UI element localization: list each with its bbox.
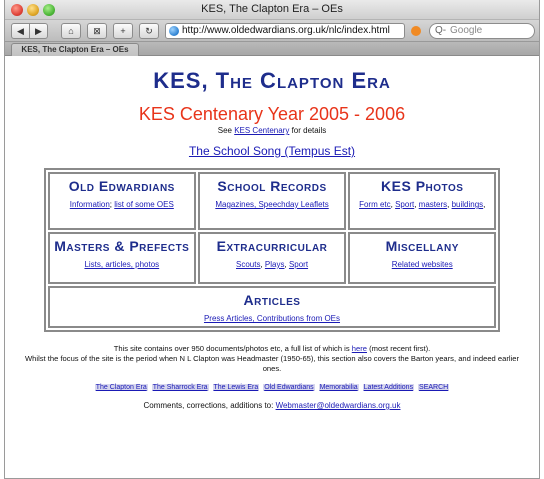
reload-button[interactable]: ↻ xyxy=(139,23,159,39)
nav-lewis-era[interactable]: The Lewis Era xyxy=(212,384,260,391)
nav-latest-additions[interactable]: Latest Additions xyxy=(362,384,415,391)
site-globe-icon xyxy=(169,26,179,36)
press-articles-link[interactable]: Press Articles, Contributions from OEs xyxy=(204,314,340,323)
contact-line: Comments, corrections, additions to: Web… xyxy=(5,401,539,410)
sport-photos-link[interactable]: Sport xyxy=(395,200,414,209)
home-icon: ⌂ xyxy=(68,26,74,36)
section-heading: Extracurricular xyxy=(216,238,328,254)
site-navigation: The Clapton Era The Sharrock Era The Lew… xyxy=(5,384,539,391)
browser-window: KES, The Clapton Era – OEs ◀ ▶ ⌂ ⊠ + ↻ h… xyxy=(4,0,540,479)
nav-search[interactable]: SEARCH xyxy=(418,384,450,391)
section-school-records: School Records Magazines, Speechday Leaf… xyxy=(197,172,347,230)
section-heading: Masters & Prefects xyxy=(54,238,190,254)
centenary-heading: KES Centenary Year 2005 - 2006 xyxy=(138,104,406,124)
rss-icon[interactable] xyxy=(411,26,421,36)
reload-icon: ↻ xyxy=(145,26,153,36)
section-articles: Articles Press Articles, Contributions f… xyxy=(48,286,496,328)
see-suffix: for details xyxy=(291,126,327,135)
section-heading: Articles xyxy=(243,292,301,308)
see-prefix: See xyxy=(217,126,232,135)
section-kes-photos: KES Photos Form etc, Sport, masters, bui… xyxy=(348,172,496,230)
school-song-row: The School Song (Tempus Est) xyxy=(5,144,539,158)
info-line2: Whilst the focus of the site is the peri… xyxy=(25,354,519,373)
section-heading: Miscellany xyxy=(385,238,459,254)
list-of-oes-link[interactable]: list of some OES xyxy=(114,200,174,209)
centenary-note: See KES Centenary for details xyxy=(5,126,539,135)
section-links: Magazines, Speechday Leaflets xyxy=(202,200,343,210)
sport-link[interactable]: Sport xyxy=(289,260,308,269)
nav-clapton-era[interactable]: The Clapton Era xyxy=(94,384,148,391)
info-line1-prefix: This site contains over 950 documents/ph… xyxy=(113,344,350,353)
school-song-link[interactable]: The School Song (Tempus Est) xyxy=(189,144,355,158)
page-content: KES, The Clapton Era KES Centenary Year … xyxy=(5,68,539,410)
back-button[interactable]: ◀ xyxy=(11,23,30,39)
magazines-link[interactable]: Magazines, Speechday Leaflets xyxy=(215,200,328,209)
nav-old-edwardians[interactable]: Old Edwardians xyxy=(263,384,315,391)
info-line1-suffix: (most recent first). xyxy=(369,344,431,353)
forward-arrow-icon: ▶ xyxy=(35,26,42,36)
site-info: This site contains over 950 documents/ph… xyxy=(15,344,529,374)
section-miscellany: Miscellany Related websites xyxy=(348,232,496,284)
add-bookmark-button[interactable]: + xyxy=(113,23,133,39)
tab-current[interactable]: KES, The Clapton Era – OEs xyxy=(11,43,139,56)
scouts-link[interactable]: Scouts xyxy=(236,260,260,269)
section-old-edwardians: Old Edwardians Information; list of some… xyxy=(48,172,196,230)
kes-centenary-link[interactable]: KES Centenary xyxy=(234,126,289,135)
related-websites-link[interactable]: Related websites xyxy=(392,260,453,269)
back-arrow-icon: ◀ xyxy=(17,26,24,36)
search-placeholder: Google xyxy=(450,25,483,36)
sections-grid: Old Edwardians Information; list of some… xyxy=(44,168,500,332)
section-heading: Old Edwardians xyxy=(68,178,175,194)
masters-photos-link[interactable]: masters xyxy=(419,200,447,209)
nav-memorabilia[interactable]: Memorabilia xyxy=(318,384,359,391)
full-list-link[interactable]: here xyxy=(352,344,367,353)
browser-toolbar: ◀ ▶ ⌂ ⊠ + ↻ http://www.oldedwardians.org… xyxy=(5,20,539,42)
section-links: Form etc, Sport, masters, buildings, xyxy=(359,200,486,209)
section-links: Related websites xyxy=(352,260,492,270)
search-icon: Q- xyxy=(435,25,447,36)
section-extracurricular: Extracurricular Scouts, Plays, Sport xyxy=(197,232,347,284)
page-title: KES, The Clapton Era xyxy=(153,68,391,93)
lists-articles-photos-link[interactable]: Lists, articles, photos xyxy=(84,260,159,269)
search-field[interactable]: Q- Google xyxy=(429,23,535,39)
home-button[interactable]: ⌂ xyxy=(61,23,81,39)
snapback-icon: ⊠ xyxy=(93,26,101,36)
buildings-link[interactable]: buildings xyxy=(452,200,484,209)
webmaster-email-link[interactable]: Webmaster@oldedwardians.org.uk xyxy=(276,401,401,410)
section-heading: School Records xyxy=(217,178,327,194)
address-bar[interactable]: http://www.oldedwardians.org.uk/nlc/inde… xyxy=(165,23,405,39)
section-links: Lists, articles, photos xyxy=(52,260,192,270)
snapback-button[interactable]: ⊠ xyxy=(87,23,107,39)
contact-prefix: Comments, corrections, additions to: xyxy=(143,401,274,410)
plus-icon: + xyxy=(120,26,126,36)
form-etc-link[interactable]: Form etc xyxy=(359,200,391,209)
section-links: Scouts, Plays, Sport xyxy=(236,260,309,269)
tab-bar: KES, The Clapton Era – OEs xyxy=(5,42,539,56)
address-text: http://www.oldedwardians.org.uk/nlc/inde… xyxy=(182,25,390,36)
window-title: KES, The Clapton Era – OEs xyxy=(201,3,343,15)
forward-button[interactable]: ▶ xyxy=(29,23,48,39)
title-bar: KES, The Clapton Era – OEs xyxy=(5,0,539,20)
plays-link[interactable]: Plays xyxy=(265,260,285,269)
information-link[interactable]: Information xyxy=(70,200,110,209)
section-heading: KES Photos xyxy=(381,178,464,194)
nav-sharrock-era[interactable]: The Sharrock Era xyxy=(151,384,209,391)
section-masters-prefects: Masters & Prefects Lists, articles, phot… xyxy=(48,232,196,284)
section-links: Information; list of some OES xyxy=(69,200,174,209)
section-links: Press Articles, Contributions from OEs xyxy=(52,314,492,324)
